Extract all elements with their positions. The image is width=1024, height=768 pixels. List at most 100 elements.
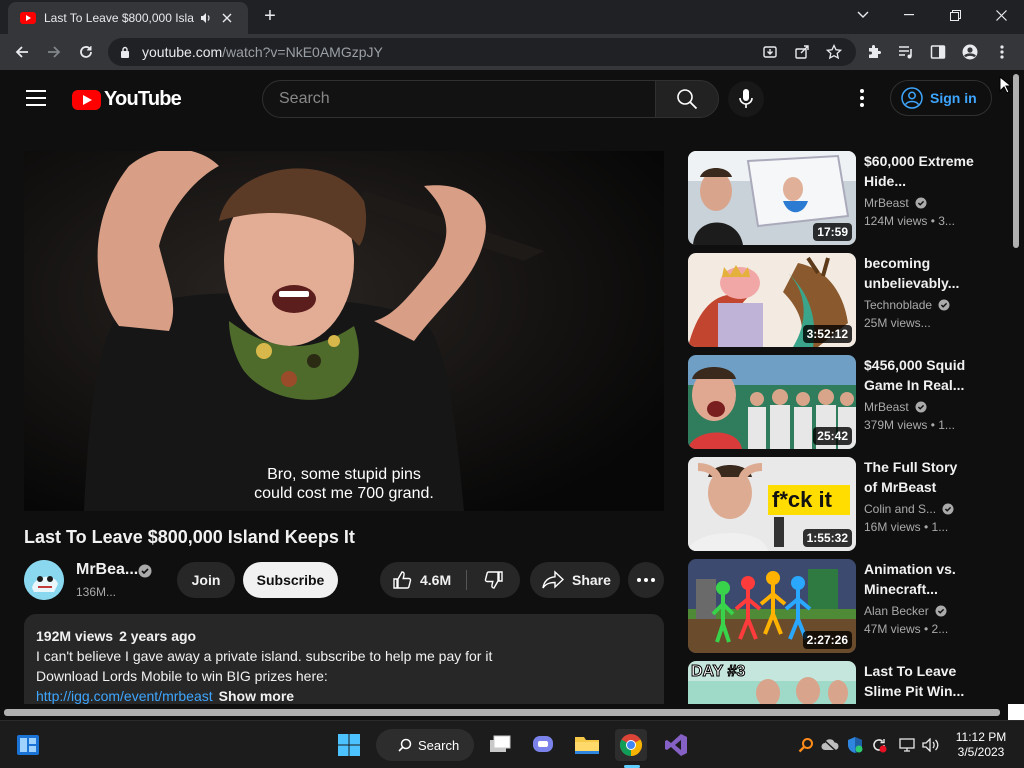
volume-speaker-icon[interactable] (922, 736, 940, 754)
sign-in-button[interactable]: Sign in (890, 80, 992, 116)
related-thumbnail[interactable]: 17:59 (688, 151, 856, 245)
like-divider (466, 570, 467, 590)
settings-kebab-icon[interactable] (852, 88, 872, 108)
vertical-scroll-thumb[interactable] (1013, 74, 1019, 248)
forward-button[interactable] (42, 40, 66, 64)
share-page-icon[interactable] (794, 44, 810, 60)
related-title[interactable]: Last To Leave Slime Pit Win... (864, 661, 974, 701)
related-channel[interactable]: Alan Becker (864, 604, 947, 618)
related-title[interactable]: The Full Story of MrBeast (864, 457, 974, 497)
description-link[interactable]: http://igg.com/event/mrbeast (36, 688, 213, 704)
restore-button[interactable] (932, 0, 978, 30)
view-count: 192M views (36, 628, 114, 644)
related-video-6[interactable]: DAY #3 Last To Leave Slime Pit Win... (688, 661, 978, 704)
verified-badge-icon (942, 503, 954, 515)
youtube-logo[interactable]: YouTube (72, 88, 182, 111)
extensions-icon[interactable] (866, 44, 882, 60)
channel-avatar[interactable] (24, 560, 64, 600)
reload-button[interactable] (74, 40, 98, 64)
close-window-button[interactable] (978, 0, 1024, 30)
related-video-2[interactable]: 3:52:12 becoming unbelievably... Technob… (688, 253, 978, 347)
related-video-4[interactable]: f*ck it 1:55:32 The Full Story of MrBeas… (688, 457, 978, 551)
profile-avatar-icon[interactable] (962, 44, 978, 60)
like-button[interactable]: 4.6M (380, 562, 466, 598)
youtube-play-icon (72, 89, 101, 110)
related-thumbnail[interactable]: 25:42 (688, 355, 856, 449)
voice-search-button[interactable] (728, 81, 764, 117)
join-button[interactable]: Join (177, 562, 235, 598)
video-duration: 3:52:12 (802, 325, 852, 343)
browser-menu-icon[interactable] (994, 44, 1010, 60)
mouse-cursor-icon (999, 76, 1011, 94)
search-box[interactable] (262, 80, 656, 118)
related-channel[interactable]: MrBeast (864, 196, 927, 210)
related-thumbnail[interactable]: 3:52:12 (688, 253, 856, 347)
search-input[interactable] (279, 90, 655, 108)
show-more-button[interactable]: Show more (219, 688, 294, 704)
minimize-button[interactable] (886, 0, 932, 30)
guide-menu-icon[interactable] (26, 90, 46, 106)
vertical-scrollbar[interactable] (1008, 70, 1024, 704)
video-owner-row: MrBea... 136M... Join Subscribe 4.6M Sha… (24, 558, 664, 602)
url-text[interactable]: youtube.com/watch?v=NkE0AMGzpJY (142, 44, 383, 60)
related-meta: 379M views • 1... (864, 418, 955, 432)
speaker-icon[interactable] (200, 12, 212, 24)
related-video-5[interactable]: 2:27:26 Animation vs. Minecraft... Alan … (688, 559, 978, 653)
related-title[interactable]: $60,000 Extreme Hide... (864, 151, 974, 191)
taskbar-search-button[interactable]: Search (376, 729, 474, 761)
windows-start-icon[interactable] (333, 729, 365, 761)
related-channel[interactable]: MrBeast (864, 400, 927, 414)
related-video-1[interactable]: 17:59 $60,000 Extreme Hide... MrBeast 12… (688, 151, 978, 245)
verified-badge-icon (938, 299, 950, 311)
search-button[interactable] (655, 80, 719, 118)
related-title[interactable]: Animation vs. Minecraft... (864, 559, 974, 599)
subscribe-button[interactable]: Subscribe (243, 562, 338, 598)
thumbnail-text: f*ck it (772, 487, 832, 512)
back-button[interactable] (10, 40, 34, 64)
widgets-icon[interactable] (12, 729, 44, 761)
related-title[interactable]: becoming unbelievably... (864, 253, 974, 293)
video-duration: 1:55:32 (802, 529, 852, 547)
video-player[interactable]: Bro, some stupid pins could cost me 700 … (24, 151, 664, 511)
side-panel-icon[interactable] (930, 44, 946, 60)
taskbar-clock[interactable]: 11:12 PM 3/5/2023 (952, 730, 1010, 760)
address-bar[interactable]: youtube.com/watch?v=NkE0AMGzpJY (108, 38, 856, 66)
lock-icon[interactable] (120, 46, 130, 58)
share-button[interactable]: Share (530, 562, 620, 598)
visual-studio-icon[interactable] (660, 729, 692, 761)
media-controls-icon[interactable] (898, 44, 914, 60)
tab-search-chevron-down-icon[interactable] (840, 0, 886, 30)
search-app-tray-icon[interactable] (797, 736, 815, 754)
chrome-icon[interactable] (615, 729, 647, 761)
thumbs-down-icon (484, 571, 503, 589)
upload-age: 2 years ago (119, 628, 197, 644)
related-video-3[interactable]: 25:42 $456,000 Squid Game In Real... MrB… (688, 355, 978, 449)
display-monitor-icon[interactable] (898, 736, 916, 754)
masthead: YouTube Sign in (0, 70, 1008, 126)
install-app-icon[interactable] (762, 44, 778, 60)
youtube-page: YouTube Sign in (0, 70, 1008, 704)
new-tab-button[interactable]: + (260, 6, 280, 26)
related-channel[interactable]: Technoblade (864, 298, 950, 312)
more-actions-icon[interactable] (628, 562, 664, 598)
update-sync-icon[interactable] (870, 736, 888, 754)
onedrive-cloud-icon[interactable] (821, 736, 839, 754)
related-thumbnail[interactable]: 2:27:26 (688, 559, 856, 653)
browser-tab[interactable]: Last To Leave $800,000 Island Keeps It (8, 2, 248, 34)
channel-name[interactable]: MrBea... (76, 561, 138, 579)
related-channel[interactable]: Colin and S... (864, 502, 954, 516)
task-view-icon[interactable] (484, 729, 516, 761)
bookmark-star-icon[interactable] (826, 44, 842, 60)
related-thumbnail[interactable]: f*ck it 1:55:32 (688, 457, 856, 551)
teams-chat-icon[interactable] (527, 729, 559, 761)
related-title[interactable]: $456,000 Squid Game In Real... (864, 355, 974, 395)
windows-taskbar: Search 11:12 PM 3/5/2023 (0, 720, 1024, 768)
file-explorer-icon[interactable] (571, 729, 603, 761)
security-shield-icon[interactable] (846, 736, 864, 754)
horizontal-scrollbar[interactable] (0, 704, 1008, 720)
description-box[interactable]: 192M views 2 years ago I can't believe I … (24, 614, 664, 704)
horizontal-scroll-thumb[interactable] (4, 709, 1000, 716)
related-thumbnail[interactable]: DAY #3 (688, 661, 856, 704)
tab-close-icon[interactable] (222, 13, 232, 23)
dislike-button[interactable] (468, 562, 520, 598)
